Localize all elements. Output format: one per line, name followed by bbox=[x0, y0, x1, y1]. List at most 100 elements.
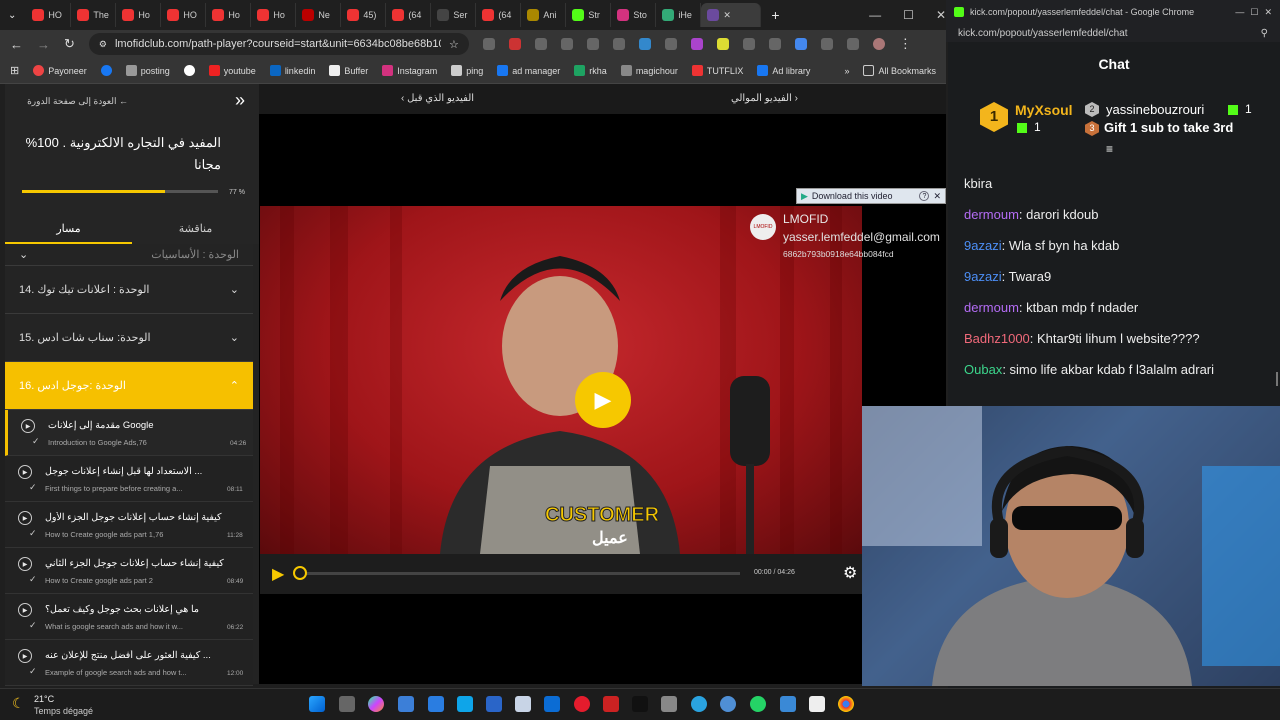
task-view-icon[interactable] bbox=[339, 696, 355, 712]
new-tab-icon[interactable]: + bbox=[771, 7, 779, 23]
app-icon[interactable] bbox=[398, 696, 414, 712]
start-windows-icon[interactable] bbox=[309, 696, 325, 712]
collapse-sidebar-icon[interactable]: « bbox=[235, 90, 245, 111]
tab[interactable]: 45) bbox=[341, 3, 387, 27]
lesson-item[interactable]: ▶ ✓ كيفية العثور على أفضل منتج للإعلان عن… bbox=[5, 640, 253, 686]
extension-icon[interactable] bbox=[560, 38, 573, 50]
bookmark[interactable]: ad manager bbox=[497, 65, 560, 76]
bookmark[interactable]: ping bbox=[451, 65, 483, 76]
tab[interactable]: Ne bbox=[296, 3, 342, 27]
tab[interactable]: Str bbox=[566, 3, 612, 27]
play-control-icon[interactable]: ▶ bbox=[272, 564, 284, 584]
extension-icon[interactable] bbox=[664, 38, 677, 50]
tab[interactable]: HO bbox=[26, 3, 72, 27]
app-icon[interactable] bbox=[661, 696, 677, 712]
site-info-icon[interactable]: ⚙ bbox=[99, 39, 107, 50]
notion-icon[interactable] bbox=[809, 696, 825, 712]
tab[interactable]: (64 bbox=[386, 3, 432, 27]
whatsapp-icon[interactable] bbox=[750, 696, 766, 712]
reload-icon[interactable]: ↻ bbox=[64, 36, 75, 52]
menu-kebab-icon[interactable]: ⋮ bbox=[899, 36, 912, 52]
next-video-link[interactable]: الفيديو الموالي › bbox=[731, 93, 798, 104]
app-icon[interactable] bbox=[780, 696, 796, 712]
close-window-icon[interactable]: ✕ bbox=[1264, 7, 1272, 18]
copilot-icon[interactable] bbox=[368, 696, 384, 712]
lesson-item[interactable]: ▶ ✓ كيفية إنشاء حساب إعلانات جوجل الجزء ا… bbox=[5, 548, 253, 594]
bookmark[interactable]: posting bbox=[125, 65, 170, 76]
extension-icon[interactable] bbox=[794, 38, 807, 50]
chat-username[interactable]: 9azazi bbox=[964, 269, 1002, 284]
tab-search-icon[interactable]: ⌄ bbox=[8, 10, 16, 21]
app-icon[interactable] bbox=[720, 696, 736, 712]
tiktok-icon[interactable] bbox=[632, 696, 648, 712]
outlook-icon[interactable] bbox=[544, 696, 560, 712]
tab[interactable]: Ho bbox=[206, 3, 252, 27]
leader1-name[interactable]: MyXsoul bbox=[1015, 102, 1073, 118]
app-icon[interactable] bbox=[428, 696, 444, 712]
bookmark[interactable]: Instagram bbox=[382, 65, 437, 76]
maximize-icon[interactable]: ☐ bbox=[1250, 7, 1258, 18]
tab[interactable]: Ser bbox=[431, 3, 477, 27]
tab-active[interactable]: ✕ bbox=[701, 3, 762, 27]
tab[interactable]: Ho bbox=[251, 3, 297, 27]
download-video-bar[interactable]: ▶ Download this video ? ✕ bbox=[796, 188, 946, 204]
chrome-icon[interactable] bbox=[838, 696, 854, 712]
help-icon[interactable]: ? bbox=[919, 191, 930, 201]
apps-grid-icon[interactable]: ⊞ bbox=[10, 64, 19, 77]
tab[interactable]: Ani bbox=[521, 3, 567, 27]
extension-icon[interactable] bbox=[742, 38, 755, 50]
seek-handle[interactable] bbox=[293, 566, 307, 580]
extension-icon[interactable] bbox=[768, 38, 781, 50]
extension-icon[interactable] bbox=[716, 38, 729, 50]
bookmark-star-icon[interactable]: ☆ bbox=[449, 38, 459, 51]
tab[interactable]: iHe bbox=[656, 3, 702, 27]
leader2-name[interactable]: yassinebouzrouri bbox=[1106, 102, 1204, 117]
bookmark[interactable]: rkha bbox=[574, 65, 607, 76]
forward-icon[interactable]: → bbox=[37, 37, 50, 52]
minimize-icon[interactable]: — bbox=[1235, 7, 1244, 17]
extension-icon[interactable] bbox=[482, 38, 495, 50]
extension-icon[interactable] bbox=[690, 38, 703, 50]
lesson-item[interactable]: ▶ ✓ كيفية إنشاء حساب إعلانات جوجل الجزء ا… bbox=[5, 502, 253, 548]
chat-username[interactable]: 9azazi bbox=[964, 238, 1002, 253]
prev-video-link[interactable]: ‹ الفيديو الذي قبل bbox=[401, 93, 474, 104]
bookmark[interactable]: magichour bbox=[620, 65, 678, 76]
gift-cta[interactable]: Gift 1 sub to take 3rd bbox=[1104, 120, 1233, 135]
back-icon[interactable]: ← bbox=[10, 37, 23, 52]
extensions-puzzle-icon[interactable] bbox=[820, 38, 833, 50]
bookmark[interactable] bbox=[100, 65, 112, 76]
tab[interactable]: (64 bbox=[476, 3, 522, 27]
close-window-icon[interactable]: ✕ bbox=[936, 8, 946, 22]
profile-avatar-icon[interactable] bbox=[872, 38, 885, 50]
big-play-button[interactable]: ▶ bbox=[575, 372, 631, 428]
chat-username[interactable]: dermoum bbox=[964, 300, 1019, 315]
app-icon[interactable] bbox=[603, 696, 619, 712]
unit-header-open[interactable]: الوحدة :جوجل ادس .16 ⌃ bbox=[5, 362, 253, 410]
address-bar[interactable]: ⚙ lmofidclub.com/path-player?courseid=st… bbox=[88, 33, 469, 55]
lesson-item-current[interactable]: ▶ ✓ مقدمة إلى إعلانات Google Introduction… bbox=[5, 410, 253, 456]
app-icon[interactable] bbox=[515, 696, 531, 712]
unit-header[interactable]: الوحدة : اعلانات تيك توك .14 ⌄ bbox=[5, 266, 253, 314]
bookmark[interactable]: Buffer bbox=[329, 65, 368, 76]
tab-path[interactable]: مسار bbox=[5, 220, 132, 244]
maximize-icon[interactable]: ☐ bbox=[903, 8, 914, 22]
extension-icon[interactable] bbox=[534, 38, 547, 50]
minimize-icon[interactable]: — bbox=[869, 8, 881, 22]
back-to-course-link[interactable]: ← العودة إلى صفحة الدورة bbox=[27, 96, 128, 107]
tab-discussion[interactable]: مناقشة bbox=[132, 220, 259, 244]
close-icon[interactable]: ✕ bbox=[933, 191, 941, 202]
extension-icon[interactable] bbox=[638, 38, 651, 50]
unit-header[interactable]: ⌄ الوحدة : الأساسيات bbox=[5, 244, 253, 266]
bookmarks-overflow-icon[interactable]: » bbox=[844, 66, 849, 76]
chat-username[interactable]: Badhz1000 bbox=[964, 331, 1030, 346]
tab[interactable]: Ho bbox=[116, 3, 162, 27]
lesson-item[interactable]: ▶ ✓ الاستعداد لها قبل إنشاء إعلانات جوجل … bbox=[5, 456, 253, 502]
app-icon[interactable] bbox=[457, 696, 473, 712]
bookmark[interactable] bbox=[183, 65, 195, 76]
chat-username[interactable]: Oubax bbox=[964, 362, 1002, 377]
tab[interactable]: Sto bbox=[611, 3, 657, 27]
tab-close-icon[interactable]: ✕ bbox=[723, 10, 731, 21]
app-icon[interactable] bbox=[486, 696, 502, 712]
extension-icon[interactable] bbox=[846, 38, 859, 50]
chat-scrollbar[interactable] bbox=[1276, 372, 1278, 386]
